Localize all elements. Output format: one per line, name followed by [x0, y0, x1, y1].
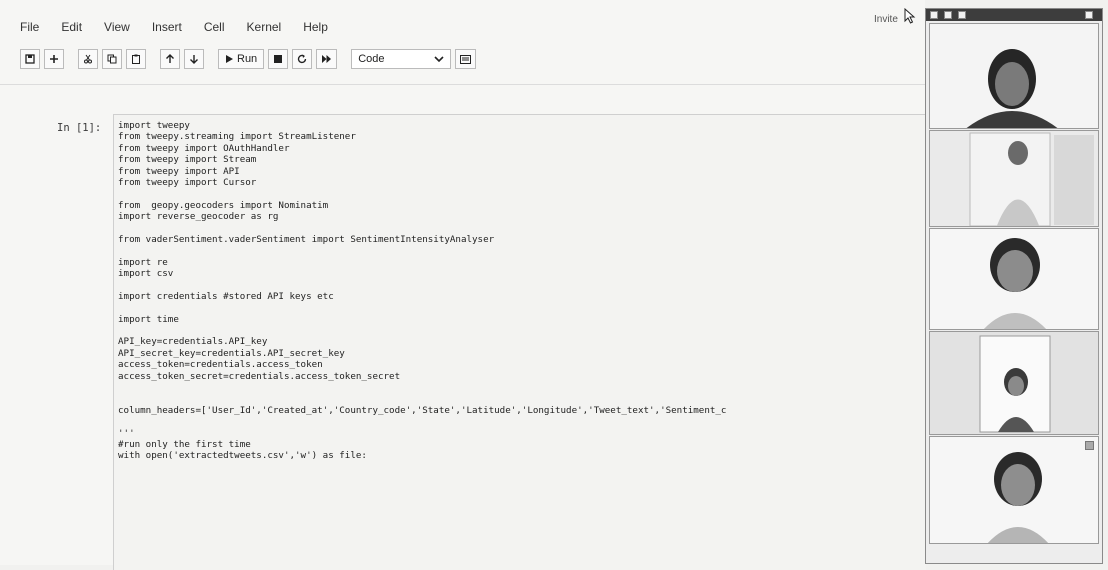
code-line: #run only the first time	[118, 438, 251, 450]
menu-edit[interactable]: Edit	[61, 20, 82, 40]
video-panel-titlebar[interactable]	[926, 9, 1102, 21]
menu-bar: File Edit View Insert Cell Kernel Help	[20, 20, 350, 40]
participant-video-4	[979, 335, 1051, 433]
code-line: from tweepy import OAuthHandler	[118, 142, 290, 154]
restart-icon	[298, 54, 307, 64]
paste-button[interactable]	[126, 49, 146, 69]
run-button[interactable]: Run	[218, 49, 265, 69]
participant-tile-1[interactable]	[929, 23, 1099, 129]
code-line: import time	[118, 313, 179, 325]
notebook-toolbar: Run Code	[20, 47, 477, 71]
menu-view[interactable]: View	[104, 20, 130, 40]
code-line: import csv	[118, 268, 174, 280]
run-label: Run	[237, 53, 258, 65]
chevron-down-icon	[434, 55, 444, 62]
menu-cell[interactable]: Cell	[204, 20, 225, 40]
minimize-icon[interactable]	[930, 11, 938, 19]
restart-button[interactable]	[292, 49, 313, 69]
code-line: with open('extractedtweets.csv','w') as …	[118, 450, 367, 462]
code-line: '''	[118, 427, 135, 439]
restart-run-all-button[interactable]	[316, 49, 338, 69]
code-line: from tweepy import Cursor	[118, 176, 257, 188]
fast-forward-icon	[322, 55, 332, 63]
code-line: column_headers=['User_Id','Created_at','…	[118, 404, 727, 416]
restore-icon[interactable]	[944, 11, 952, 19]
menu-file[interactable]: File	[20, 20, 39, 40]
menu-help[interactable]: Help	[303, 20, 328, 40]
cell-type-value: Code	[358, 53, 385, 65]
participant-tile-2[interactable]	[929, 130, 1099, 227]
save-icon	[25, 54, 35, 64]
stop-icon	[274, 55, 283, 63]
move-up-button[interactable]	[160, 49, 180, 69]
menu-insert[interactable]: Insert	[152, 20, 182, 40]
code-line: API_secret_key=credentials.API_secret_ke…	[118, 347, 345, 359]
code-line: import credentials #stored API keys etc	[118, 290, 334, 302]
jupyter-notebook: File Edit View Insert Cell Kernel Help I…	[0, 0, 926, 570]
cell-type-select[interactable]: Code	[351, 49, 452, 69]
save-button[interactable]	[20, 49, 40, 69]
code-line: from geopy.geocoders import Nominatim	[118, 199, 329, 211]
cell-prompt: In [1]:	[57, 122, 102, 134]
command-palette-button[interactable]	[455, 49, 477, 69]
participant-video-5	[987, 452, 1049, 543]
cut-icon	[84, 54, 92, 64]
participant-tile-5[interactable]	[929, 436, 1099, 544]
code-line: API_key=credentials.API_key	[118, 336, 268, 348]
add-icon	[50, 55, 58, 63]
participant-video-3	[984, 238, 1046, 329]
code-line: access_token=credentials.access_token	[118, 359, 323, 371]
pin-icon[interactable]	[1085, 441, 1094, 450]
code-line: from tweepy import API	[118, 165, 240, 177]
code-line: import reverse_geocoder as rg	[118, 211, 279, 223]
mouse-cursor-icon	[904, 8, 916, 24]
invite-label[interactable]: Invite	[874, 14, 898, 25]
video-call-panel	[925, 8, 1103, 564]
menu-kernel[interactable]: Kernel	[247, 20, 282, 40]
code-line: from tweepy import Stream	[118, 154, 257, 166]
code-line: from tweepy.streaming import StreamListe…	[118, 131, 356, 143]
participant-tile-3[interactable]	[929, 228, 1099, 330]
code-line: access_token_secret=credentials.access_t…	[118, 370, 401, 382]
paste-icon	[132, 54, 140, 64]
code-line: from vaderSentiment.vaderSentiment impor…	[118, 233, 495, 245]
cut-button[interactable]	[78, 49, 98, 69]
copy-icon	[107, 54, 117, 64]
grid-view-icon[interactable]	[958, 11, 966, 19]
play-icon	[226, 55, 233, 63]
move-down-button[interactable]	[184, 49, 204, 69]
code-editor[interactable]: import tweepy from tweepy.streaming impor…	[118, 120, 726, 462]
move-up-icon	[166, 54, 174, 63]
code-line: import tweepy	[118, 120, 190, 131]
participant-video-2	[969, 132, 1094, 226]
move-down-icon	[190, 55, 198, 64]
add-cell-button[interactable]	[44, 49, 64, 69]
participant-tile-4[interactable]	[929, 331, 1099, 435]
interrupt-button[interactable]	[268, 49, 289, 69]
close-icon[interactable]	[1085, 11, 1093, 19]
code-line: import re	[118, 256, 168, 268]
command-palette-icon	[460, 54, 472, 64]
copy-button[interactable]	[102, 49, 122, 69]
participant-video-1	[966, 49, 1058, 128]
toolbar-divider	[0, 84, 925, 85]
